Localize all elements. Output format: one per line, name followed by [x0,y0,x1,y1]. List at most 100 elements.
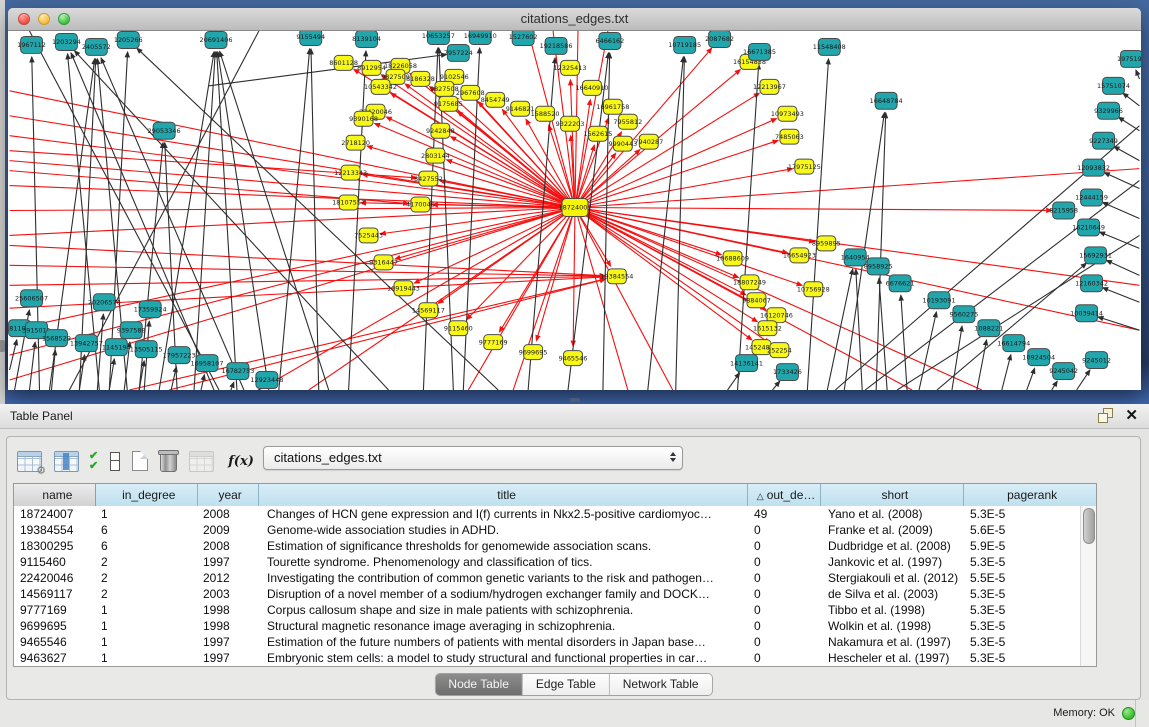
graph-edge[interactable] [159,52,214,390]
tab-network-table[interactable]: Network Table [610,674,712,695]
table-cell: 2003 [198,586,259,602]
graph-edge[interactable] [1098,317,1139,330]
splitter-grip[interactable] [570,398,580,402]
select-all-rows-icon[interactable]: ✔✔ [89,451,98,471]
graph-edge[interactable] [827,269,852,390]
graph-node-label: 9316447 [369,259,398,267]
graph-edge[interactable] [575,208,982,390]
graph-edge[interactable] [1100,232,1140,248]
graph-edge[interactable] [259,389,260,390]
graph-edge[interactable] [217,52,237,390]
graph-edge[interactable] [129,279,605,390]
graph-node-label: 9245042 [1049,367,1078,375]
graph-edge[interactable] [807,59,828,390]
show-columns-icon[interactable] [54,451,79,472]
network-window-titlebar[interactable]: citations_edges.txt [8,8,1141,31]
column-header-name[interactable]: name [14,484,96,506]
table-cell: 0 [749,618,822,634]
graph-edge[interactable] [218,52,269,390]
graph-edge[interactable] [1119,117,1140,130]
delete-columns-icon[interactable] [160,453,177,472]
table-cell: 1997 [198,650,259,666]
column-header-year[interactable]: year [198,484,259,506]
graph-edge[interactable] [575,208,739,278]
graph-node-label: 7940287 [634,138,663,146]
table-row[interactable]: 1938455462009Genome-wide association stu… [14,522,1096,538]
function-builder-icon[interactable]: f(x) [228,454,254,469]
graph-edge[interactable] [1103,202,1140,218]
graph-edge[interactable] [1104,173,1139,189]
graph-edge[interactable] [1114,147,1139,161]
graph-edge[interactable] [10,208,575,211]
close-panel-icon[interactable]: ✕ [1125,406,1138,426]
graph-edge[interactable] [10,208,575,331]
panel-collapse-handle[interactable] [0,340,5,352]
graph-edge[interactable] [977,340,987,390]
graph-node-label: 1568529 [42,334,71,342]
graph-edge[interactable] [1103,288,1140,303]
tab-node-table[interactable]: Node Table [435,674,523,695]
graph-edge[interactable] [349,51,366,390]
column-header-title[interactable]: title [259,484,748,506]
graph-edge[interactable] [1002,355,1011,390]
graph-edge[interactable] [648,57,684,390]
graph-edge[interactable] [32,57,40,390]
graph-node-label: 7957224 [444,49,473,57]
table-row[interactable]: 2242004622012Investigating the contribut… [14,570,1096,586]
vertical-scrollbar[interactable] [1080,506,1096,666]
graph-edge[interactable] [1136,70,1140,79]
table-row[interactable]: 977716911998Corpus callosum shape and si… [14,602,1096,618]
table-cell: 0 [749,650,822,666]
row-height-icon[interactable] [110,452,120,471]
table-cell: 9463627 [14,650,96,666]
graph-edge[interactable] [919,312,936,390]
graph-edge[interactable] [279,49,310,390]
graph-edge[interactable] [772,381,779,390]
graph-edge[interactable] [1077,370,1090,390]
table-mode-icon[interactable]: ⚙ [17,451,42,472]
table-row[interactable]: 1872400712008Changes of HCN gene express… [14,506,1096,522]
network-view[interactable]: 1872400719384554860112889129541822605898… [8,31,1141,390]
close-window-button[interactable] [18,13,30,25]
column-header-out_de[interactable]: △out_de… [748,484,821,506]
graph-edge[interactable] [171,367,176,390]
column-header-short[interactable]: short [821,484,965,506]
graph-node-label: 6676621 [886,279,915,287]
table-row[interactable]: 1830029562008Estimation of significance … [14,538,1096,554]
new-column-icon[interactable] [132,451,148,471]
graph-edge[interactable] [575,208,628,390]
graph-node-label: 2405572 [82,43,111,51]
graph-edge[interactable] [575,140,778,207]
column-header-pagerank[interactable]: pagerank [964,484,1096,506]
table-row[interactable]: 946362711997Embryonic stem cells: a mode… [14,650,1096,666]
table-row[interactable]: 946554611997Estimation of the future num… [14,634,1096,650]
table-selector-combobox[interactable]: citations_edges.txt [263,446,683,470]
minimize-window-button[interactable] [38,13,50,25]
tab-edge-table[interactable]: Edge Table [523,674,610,695]
zoom-window-button[interactable] [58,13,70,25]
graph-edge[interactable] [1106,260,1139,275]
memory-status-indicator[interactable] [1122,707,1135,720]
graph-node-label: 1562615 [584,130,613,138]
graph-edge[interactable] [1052,381,1058,390]
table-row[interactable]: 911546021997Tourette syndrome. Phenomeno… [14,554,1096,570]
graph-edge[interactable] [1123,93,1139,106]
float-panel-icon[interactable] [1098,408,1113,423]
graph-edge[interactable] [575,169,1139,208]
graph-node-label: 9322203 [556,120,585,128]
graph-edge[interactable] [194,52,215,390]
scrollbar-thumb[interactable] [1083,508,1095,544]
graph-edge[interactable] [575,208,1052,211]
graph-edge[interactable] [10,161,575,208]
graph-edge[interactable] [575,100,590,208]
graph-edge[interactable] [1027,368,1035,390]
graph-edge[interactable] [575,208,814,242]
table-row[interactable]: 1456911722003Disruption of a novel membe… [14,586,1096,602]
graph-node-label: 10919443 [387,284,420,292]
table-panel-titlebar[interactable]: Table Panel ✕ [0,404,1149,429]
column-header-in_degree[interactable]: in_degree [96,484,198,506]
graph-edge[interactable] [201,375,204,390]
graph-edge[interactable] [901,295,907,390]
table-row[interactable]: 969969511998Structural magnetic resonanc… [14,618,1096,634]
graph-edge[interactable] [231,382,234,390]
